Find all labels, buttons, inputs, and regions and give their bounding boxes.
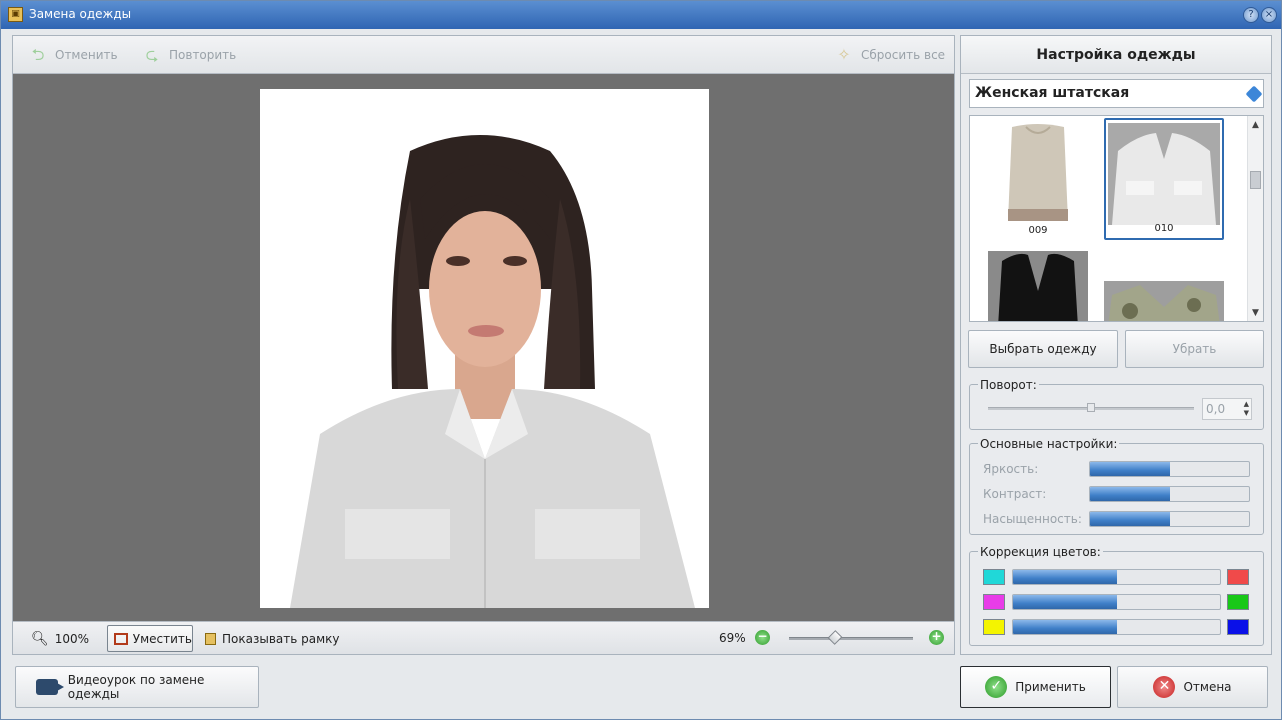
color-swatch-right: [1227, 569, 1249, 585]
video-tutorial-label: Видеоурок по замене одежды: [67, 673, 205, 701]
close-icon[interactable]: ×: [1261, 7, 1277, 23]
redo-label: Повторить: [169, 48, 237, 62]
contrast-slider[interactable]: [1089, 486, 1250, 502]
gallery-scrollbar[interactable]: ▲ ▼: [1247, 116, 1263, 321]
view-bar: 🔍︎ 100% Уместить Показывать рамку 69% − …: [13, 621, 954, 654]
color-swatch-left: [983, 569, 1005, 585]
gallery-item-selected[interactable]: 010: [1104, 118, 1224, 240]
window-title: Замена одежды: [29, 7, 132, 21]
color-correction-legend: Коррекция цветов:: [978, 545, 1103, 559]
magnifier-icon: 🔍︎: [31, 631, 49, 647]
gallery-item[interactable]: 009: [978, 118, 1098, 240]
zoom-out-icon[interactable]: −: [755, 630, 770, 645]
zoom-100-label: 100%: [54, 632, 90, 646]
color-correction-group: Коррекция цветов:: [969, 545, 1264, 646]
rotation-spinbox[interactable]: 0,0 ▲ ▼: [1202, 398, 1252, 420]
editor-toolbar: ⮌ Отменить ⮎ Повторить ✧ Сбросить все: [13, 36, 954, 74]
apply-button[interactable]: ✓ Применить: [960, 666, 1111, 708]
brightness-label: Яркость:: [983, 462, 1039, 476]
broom-icon: ✧: [837, 45, 851, 64]
cross-icon: ✕: [1153, 676, 1176, 698]
portrait-image: [290, 135, 695, 608]
color-swatch-left: [983, 619, 1005, 635]
camouflage-jacket-thumbnail: [1104, 281, 1224, 321]
fit-button[interactable]: Уместить: [107, 625, 193, 652]
app-icon: ▣: [8, 7, 23, 22]
color-balance-fill: [1013, 570, 1117, 584]
gallery-caption: 009: [1028, 225, 1048, 236]
zoom-slider[interactable]: [789, 637, 913, 640]
fit-label: Уместить: [132, 631, 192, 646]
photo-canvas[interactable]: [13, 74, 954, 621]
contrast-fill: [1090, 487, 1170, 501]
spin-arrows-icon[interactable]: ▲ ▼: [1244, 400, 1249, 418]
redo-arrow-icon: ⮎: [145, 45, 159, 64]
editor-pane: ⮌ Отменить ⮎ Повторить ✧ Сбросить все 🔍︎…: [12, 35, 955, 655]
black-vest-thumbnail: [988, 251, 1088, 321]
saturation-label: Насыщенность:: [983, 512, 1082, 526]
help-icon[interactable]: ?: [1243, 7, 1259, 23]
undo-label: Отменить: [55, 48, 118, 62]
color-balance-slider[interactable]: [1012, 569, 1221, 585]
zoom-100-button[interactable]: 🔍︎ 100%: [31, 630, 89, 648]
fit-icon: [114, 632, 128, 645]
rotation-legend: Поворот:: [978, 378, 1039, 392]
apply-label: Применить: [1015, 680, 1086, 694]
clothes-settings-panel: Настройка одежды Женская штатская 009 01…: [960, 35, 1272, 655]
scroll-up-icon[interactable]: ▲: [1248, 118, 1263, 132]
video-tutorial-button[interactable]: Видеоурок по замене одежды: [15, 666, 259, 708]
show-frame-label: Показывать рамку: [222, 632, 340, 646]
video-camera-icon: [36, 679, 64, 695]
zoom-percent: 69%: [719, 631, 746, 645]
remove-clothes-button[interactable]: Убрать: [1125, 330, 1264, 368]
undo-button[interactable]: ⮌ Отменить: [27, 46, 118, 64]
basic-settings-group: Основные настройки: Яркость: Контраст: Н…: [969, 437, 1264, 535]
title-bar: ▣ Замена одежды ? ×: [1, 1, 1281, 29]
color-balance-fill: [1013, 595, 1117, 609]
gallery-caption: 010: [1154, 223, 1174, 234]
cancel-label: Отмена: [1183, 680, 1232, 694]
gallery-item[interactable]: [978, 248, 1098, 321]
cancel-button[interactable]: ✕ Отмена: [1117, 666, 1268, 708]
scroll-down-icon[interactable]: ▼: [1248, 306, 1263, 320]
basic-settings-legend: Основные настройки:: [978, 437, 1120, 451]
portrait-photo: [260, 89, 709, 608]
undo-arrow-icon: ⮌: [31, 45, 45, 64]
saturation-fill: [1090, 512, 1170, 526]
clothes-category-select[interactable]: Женская штатская: [969, 79, 1264, 108]
clothes-gallery: 009 010 ▲ ▼: [969, 115, 1264, 322]
contrast-label: Контраст:: [983, 487, 1047, 501]
rotation-slider-thumb[interactable]: [1087, 403, 1095, 412]
color-balance-fill: [1013, 620, 1117, 634]
zoom-slider-thumb[interactable]: [827, 630, 843, 645]
beige-top-thumbnail: [1008, 124, 1068, 221]
color-swatch-right: [1227, 619, 1249, 635]
reset-all-button[interactable]: ✧ Сбросить все: [833, 46, 945, 64]
clothes-category-value: Женская штатская: [975, 85, 1130, 101]
brightness-fill: [1090, 462, 1170, 476]
person-icon: [205, 633, 216, 645]
reset-all-label: Сбросить все: [861, 48, 946, 62]
clothes-replacement-window: ▣ Замена одежды ? × ⮌ Отменить ⮎ Повтори…: [0, 0, 1282, 720]
panel-title: Настройка одежды: [961, 36, 1271, 74]
color-balance-slider[interactable]: [1012, 619, 1221, 635]
color-swatch-left: [983, 594, 1005, 610]
zoom-in-icon[interactable]: +: [929, 630, 944, 645]
color-swatch-right: [1227, 594, 1249, 610]
gallery-item[interactable]: [1104, 278, 1224, 321]
rotation-value: 0,0: [1206, 402, 1226, 416]
brightness-slider[interactable]: [1089, 461, 1250, 477]
dropdown-arrow-icon: [1245, 85, 1263, 103]
scroll-thumb[interactable]: [1250, 171, 1261, 189]
redo-button[interactable]: ⮎ Повторить: [141, 45, 237, 64]
saturation-slider[interactable]: [1089, 511, 1250, 527]
show-frame-toggle[interactable]: Показывать рамку: [205, 630, 340, 648]
checkmark-icon: ✓: [985, 676, 1008, 698]
choose-clothes-button[interactable]: Выбрать одежду: [968, 330, 1118, 368]
rotation-group: Поворот: 0,0 ▲ ▼: [969, 378, 1264, 430]
white-shirt-thumbnail: [1108, 123, 1220, 225]
color-balance-slider[interactable]: [1012, 594, 1221, 610]
